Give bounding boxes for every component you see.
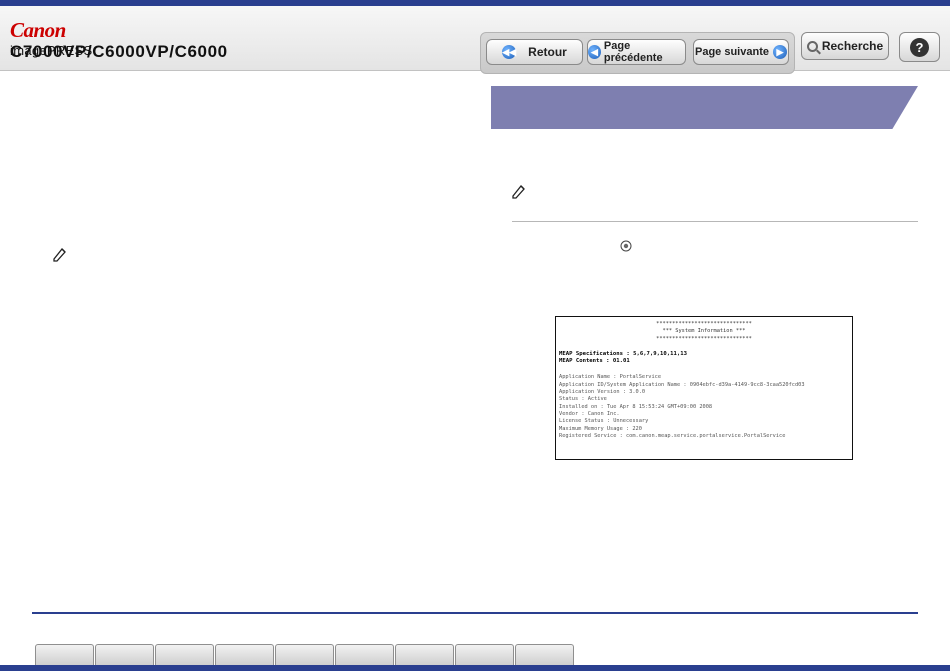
- search-icon: [806, 40, 818, 52]
- prev-page-label: Page précédente: [603, 40, 663, 64]
- printout-line: License Status : Unnecessary: [559, 418, 649, 425]
- prev-page-button[interactable]: ◀ Page précédente: [587, 39, 686, 65]
- model-name: C7000VP/C6000VP/C6000: [10, 42, 228, 61]
- pencil-note-icon: [512, 185, 525, 199]
- printout-line: Maximum Memory Usage : 220: [559, 425, 642, 432]
- help-button[interactable]: ?: [899, 32, 940, 62]
- chapter-tab[interactable]: [35, 644, 94, 665]
- chapter-tabs: [35, 644, 575, 665]
- chapter-tab[interactable]: [515, 644, 574, 665]
- search-button[interactable]: Recherche: [801, 32, 889, 60]
- help-icon: ?: [910, 37, 929, 57]
- chapter-tab[interactable]: [335, 644, 394, 665]
- meap-contents: MEAP Contents : 01.01: [559, 358, 630, 365]
- printout-line: Registered Service : com.canon.meap.serv…: [559, 432, 786, 439]
- header-bar: Canon imagePRESS C7000VP/C6000VP/C6000 ◀…: [0, 6, 950, 74]
- printout-title: *** System Information ***: [662, 328, 746, 335]
- printout-line: Application Version : 3.0.0: [559, 389, 646, 396]
- printout-line: Vendor : Canon Inc.: [559, 410, 620, 417]
- search-label: Recherche: [821, 39, 884, 53]
- chapter-tab[interactable]: [95, 644, 154, 665]
- section-banner: [491, 86, 918, 129]
- arrow-right-icon: ▶: [772, 45, 787, 59]
- back-button[interactable]: ◀◀ Retour: [486, 39, 583, 65]
- next-page-button[interactable]: Page suivante ▶: [693, 39, 789, 65]
- brand-logo: Canon: [10, 18, 66, 42]
- chapter-tab[interactable]: [395, 644, 454, 665]
- pencil-note-icon: [53, 248, 66, 262]
- printout-line: Installed on : Tue Apr 8 15:53:24 GMT+09…: [559, 403, 713, 410]
- chapter-tab[interactable]: [275, 644, 334, 665]
- nav-group: ◀◀ Retour ◀ Page précédente Page suivant…: [480, 32, 795, 74]
- rewind-icon: ◀◀: [502, 45, 517, 59]
- settings-key-icon: [620, 240, 632, 252]
- next-page-label: Page suivante: [695, 46, 769, 58]
- back-label: Retour: [528, 45, 567, 59]
- printout-stars: ******************************: [656, 321, 752, 327]
- divider: [512, 221, 918, 222]
- chapter-tab[interactable]: [215, 644, 274, 665]
- printout-line: Application Name : PortalService: [559, 374, 662, 381]
- printout-stars: ******************************: [656, 335, 752, 342]
- footer-line: [32, 612, 918, 614]
- meap-specifications: MEAP Specifications : 5,6,7,9,10,11,13: [559, 350, 687, 357]
- printout-line: Application ID/System Application Name :…: [559, 381, 805, 388]
- chapter-tab[interactable]: [455, 644, 514, 665]
- printout-line: Status : Active: [559, 396, 607, 403]
- system-information-printout: ****************************** *** Syste…: [555, 316, 853, 460]
- bottom-bar: [0, 665, 950, 671]
- arrow-left-icon: ◀: [588, 45, 601, 59]
- chapter-tab[interactable]: [155, 644, 214, 665]
